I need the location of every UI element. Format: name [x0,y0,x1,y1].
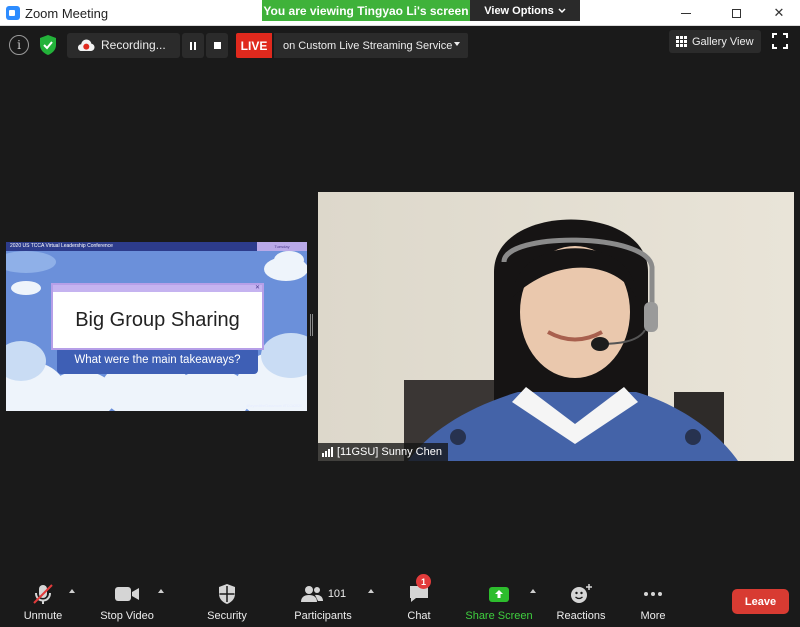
participants-label: Participants [294,610,352,622]
recording-indicator[interactable]: Recording... [67,33,180,58]
participant-name: [11GSU] Sunny Chen [337,446,442,458]
participant-name-bar: [11GSU] Sunny Chen [318,443,448,461]
slide-card-header: ✕ [53,285,262,292]
live-service-label: on Custom Live Streaming Service [283,39,453,52]
live-streaming-dropdown[interactable]: on Custom Live Streaming Service [274,33,468,58]
unmute-label: Unmute [23,610,63,622]
muted-microphone-icon [31,581,55,607]
participants-button[interactable]: 101 Participants [290,574,356,627]
pause-icon-bar [194,41,196,50]
chat-unread-badge: 1 [416,574,431,589]
slide-subtitle: What were the main takeaways? [74,354,241,366]
maximize-icon [731,8,741,18]
fullscreen-icon [772,33,788,49]
gallery-view-label: Gallery View [692,35,754,48]
more-button[interactable]: More [636,574,670,627]
share-screen-button[interactable]: Share Screen [464,574,534,627]
viewing-screen-label: You are viewing Tingyao Li's screen [262,0,470,21]
leave-meeting-button[interactable]: Leave [732,589,789,614]
recording-label: Recording... [101,38,166,52]
video-camera-icon [114,581,140,607]
fullscreen-button[interactable] [772,33,788,49]
reactions-button[interactable]: Reactions [553,574,609,627]
security-label: Security [207,610,247,622]
meeting-info-button[interactable]: i [9,35,29,55]
video-options-caret[interactable] [158,589,164,593]
pause-recording-button[interactable] [182,33,204,58]
card-close-icon: ✕ [254,285,260,291]
unmute-button[interactable]: Unmute [18,574,68,627]
window-title: Zoom Meeting [25,6,109,21]
reactions-label: Reactions [556,610,606,622]
shared-screen-view[interactable]: 2020 US TCCA Virtual Leadership Conferen… [6,242,307,411]
chat-label: Chat [407,610,431,622]
view-options-label: View Options [484,4,554,17]
share-screen-label: Share Screen [465,610,533,622]
participants-options-caret[interactable] [368,589,374,593]
share-screen-icon [489,581,509,607]
stop-recording-button[interactable] [206,33,228,58]
stop-icon [213,42,221,49]
share-options-caret[interactable] [530,589,536,593]
participants-icon: 101 [300,581,346,607]
caret-down-icon [454,42,460,46]
stop-video-button[interactable]: Stop Video [97,574,157,627]
participant-video-tile[interactable]: [11GSU] Sunny Chen [318,192,794,461]
slide-footer: #BeyondtheClassroom #TCCA2020 [246,404,302,408]
participant-video-feed [318,192,794,461]
minimize-button[interactable] [663,0,709,26]
minimize-icon [681,12,691,14]
more-dots-icon [643,581,663,607]
grid-icon [676,36,687,47]
slide-tag: Tuesday [257,242,307,251]
slide-title-card: ✕ Big Group Sharing [51,283,264,350]
info-icon: i [17,38,21,52]
stop-video-label: Stop Video [100,610,154,622]
gallery-view-button[interactable]: Gallery View [669,30,761,53]
audio-options-caret[interactable] [69,589,75,593]
shield-icon [217,581,237,607]
meeting-top-bar: i Recording... LIVE on Custom Live Strea… [0,30,800,60]
zoom-window: { "window": { "title": "Zoom Meeting" },… [0,0,800,627]
cloud-recording-icon [78,39,95,51]
participant-count: 101 [327,588,347,600]
encryption-shield-button[interactable] [38,34,58,56]
more-label: More [640,610,666,622]
chat-button[interactable]: 1 Chat [402,574,436,627]
shield-check-icon [40,35,56,55]
slide-header: 2020 US TCCA Virtual Leadership Conferen… [6,242,307,251]
maximize-button[interactable] [713,0,759,26]
meeting-controls-toolbar: Unmute Stop Video Security 101 Participa… [0,574,800,627]
pause-icon-bar [190,41,192,50]
smiley-add-icon [569,581,593,607]
slide-title: Big Group Sharing [75,309,240,331]
view-options-button[interactable]: View Options [470,0,580,21]
split-divider-handle[interactable] [310,314,313,336]
connection-signal-icon [322,447,333,457]
security-button[interactable]: Security [203,574,251,627]
screen-share-banner: You are viewing Tingyao Li's screen View… [262,0,580,21]
live-badge: LIVE [236,33,272,58]
zoom-app-icon [6,6,20,20]
slide-conference-name: 2020 US TCCA Virtual Leadership Conferen… [10,243,113,249]
close-icon: ✕ [773,5,785,20]
chevron-down-icon [558,7,566,13]
close-button[interactable]: ✕ [756,0,800,26]
